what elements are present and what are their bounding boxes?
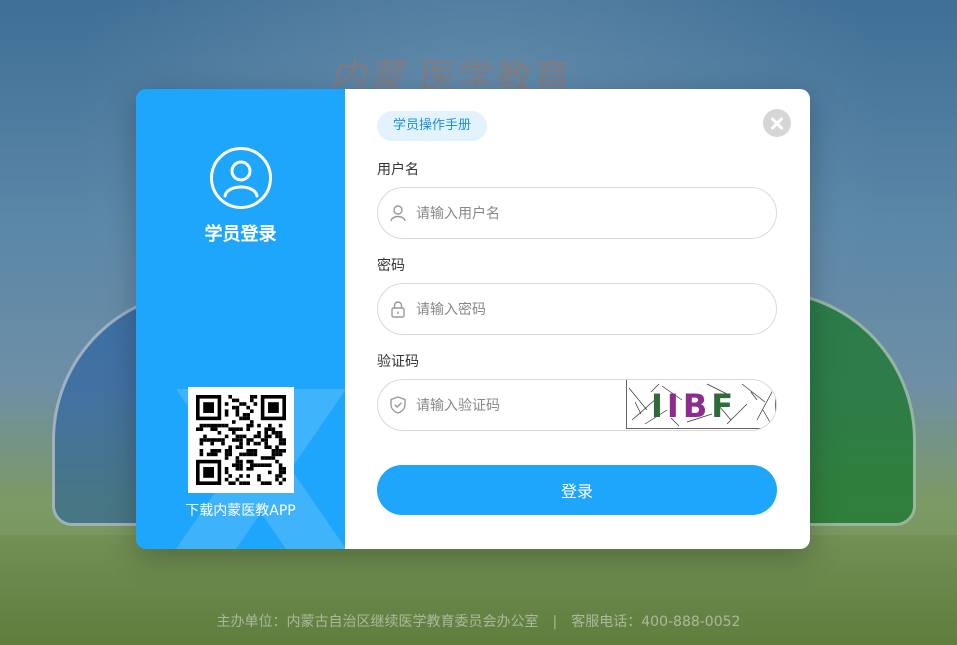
captcha-char: F <box>711 387 738 425</box>
username-field[interactable] <box>377 187 777 239</box>
captcha-label: 验证码 <box>377 354 419 370</box>
footer: 主办单位：内蒙古自治区继续医学教育委员会办公室 | 客服电话：400-888-005… <box>0 611 957 631</box>
login-modal: 学员登录 下载内蒙医教APP 学员操作手册 用户名 密码 <box>136 89 810 549</box>
captcha-char: I <box>651 387 667 425</box>
login-side-panel: 学员登录 下载内蒙医教APP <box>136 89 346 549</box>
captcha-field[interactable]: IIBF <box>377 379 777 431</box>
captcha-char: B <box>682 387 712 425</box>
username-input[interactable] <box>414 188 638 238</box>
login-title: 学员登录 <box>204 224 277 245</box>
password-input[interactable] <box>414 284 638 334</box>
username-label: 用户名 <box>377 162 419 178</box>
lock-icon <box>391 301 405 318</box>
password-field[interactable] <box>377 283 777 335</box>
close-icon[interactable] <box>763 109 791 137</box>
footer-host: 主办单位：内蒙古自治区继续医学教育委员会办公室 <box>216 614 539 630</box>
login-form-panel: 学员操作手册 用户名 密码 验证码 <box>345 89 810 549</box>
footer-hotline: 客服电话：400-888-0052 <box>571 614 741 630</box>
captcha-input[interactable] <box>414 380 638 430</box>
user-avatar-icon <box>210 147 272 209</box>
user-icon <box>390 205 406 222</box>
password-label: 密码 <box>377 258 405 274</box>
app-download-label: 下载内蒙医教APP <box>185 503 296 519</box>
shield-icon <box>390 396 406 414</box>
captcha-char: I <box>666 387 683 425</box>
user-manual-link[interactable]: 学员操作手册 <box>377 111 488 141</box>
captcha-text: IIBF <box>651 387 737 425</box>
captcha-image[interactable]: IIBF <box>626 380 776 429</box>
app-qr-code <box>188 387 294 493</box>
footer-separator: | <box>552 614 558 630</box>
login-button[interactable]: 登录 <box>377 465 777 515</box>
